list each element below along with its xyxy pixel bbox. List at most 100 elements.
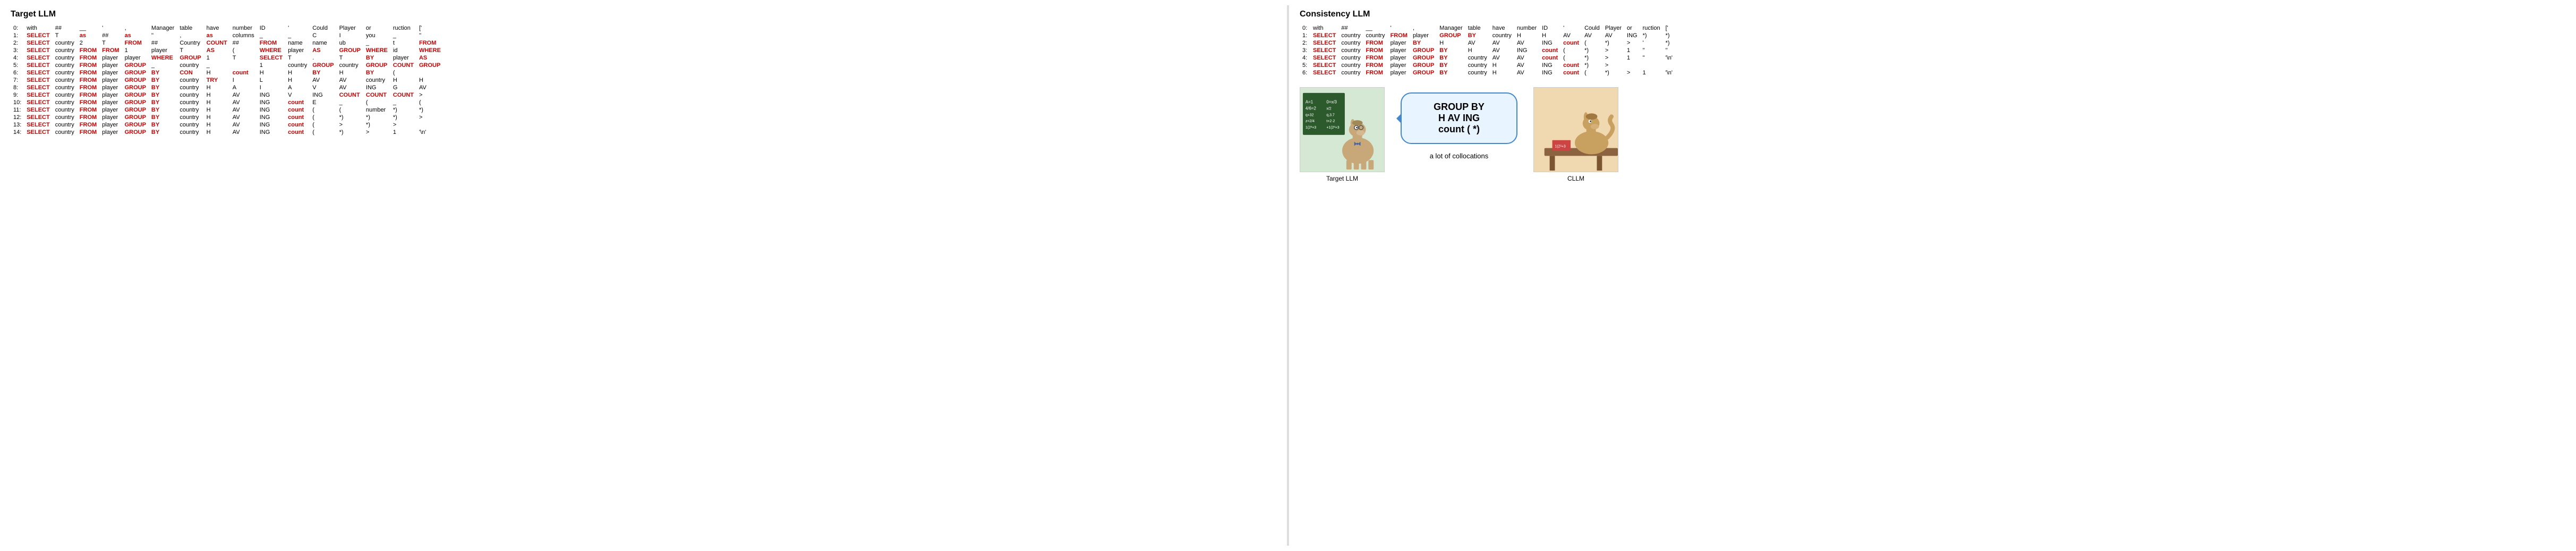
- token-cell: country: [53, 77, 77, 84]
- token-cell: country: [53, 69, 77, 77]
- token-cell: player: [99, 91, 122, 99]
- token-cell: BY: [149, 84, 177, 91]
- token-cell: FROM: [1363, 47, 1387, 54]
- token-cell: [1624, 62, 1640, 69]
- token-cell: ub: [337, 39, 363, 47]
- svg-text:+1(2²+3: +1(2²+3: [1326, 126, 1339, 130]
- token-cell: COUNT: [204, 39, 230, 47]
- token-cell: (: [390, 69, 416, 77]
- token-cell: '': [1640, 47, 1663, 54]
- token-cell: SELECT: [24, 54, 52, 62]
- token-cell: ##: [99, 32, 122, 39]
- token-cell: FROM: [77, 91, 99, 99]
- token-cell: ING: [257, 99, 285, 106]
- token-cell: country: [177, 77, 203, 84]
- token-cell: SELECT: [1310, 69, 1338, 77]
- token-cell: T: [337, 54, 363, 62]
- token-cell: BY: [1437, 54, 1465, 62]
- token-cell: country: [177, 99, 203, 106]
- token-cell: count: [285, 114, 310, 121]
- token-cell: country: [53, 39, 77, 47]
- token-cell: SELECT: [24, 32, 52, 39]
- token-cell: table: [177, 24, 203, 32]
- token-cell: AV: [1514, 69, 1539, 77]
- token-cell: (: [310, 129, 336, 136]
- token-cell: _: [149, 62, 177, 69]
- token-cell: player: [1410, 32, 1437, 39]
- token-cell: AV: [230, 121, 257, 129]
- token-cell: [416, 121, 443, 129]
- token-cell: H: [204, 84, 230, 91]
- token-cell: H: [285, 77, 310, 84]
- token-cell: BY: [149, 69, 177, 77]
- token-cell: player: [285, 47, 310, 54]
- token-cell: SELECT: [24, 91, 52, 99]
- token-cell: FROM: [99, 47, 122, 54]
- token-cell: GROUP: [416, 62, 443, 69]
- token-cell: >: [1624, 69, 1640, 77]
- token-cell: t: [390, 39, 416, 47]
- token-cell: country: [1490, 32, 1514, 39]
- token-cell: FROM: [122, 39, 149, 47]
- token-cell: AV: [230, 129, 257, 136]
- token-cell: Manager: [1437, 24, 1465, 32]
- token-cell: BY: [149, 91, 177, 99]
- token-cell: ,: [1410, 24, 1437, 32]
- token-cell: FROM: [77, 47, 99, 54]
- svg-text:1(2²+3: 1(2²+3: [1306, 126, 1316, 130]
- token-cell: country: [53, 54, 77, 62]
- token-cell: AV: [1582, 32, 1602, 39]
- token-cell: >: [1624, 39, 1640, 47]
- token-cell: player: [99, 69, 122, 77]
- token-cell: Manager: [149, 24, 177, 32]
- token-cell: number: [1514, 24, 1539, 32]
- token-cell: [': [416, 24, 443, 32]
- token-cell: FROM: [257, 39, 285, 47]
- token-cell: you: [363, 32, 390, 39]
- token-cell: *): [363, 121, 390, 129]
- token-cell: T: [177, 47, 203, 54]
- token-cell: country: [177, 84, 203, 91]
- token-cell: *): [363, 114, 390, 121]
- token-cell: H: [257, 69, 285, 77]
- token-cell: SELECT: [1310, 39, 1338, 47]
- token-cell: *): [337, 129, 363, 136]
- token-cell: GROUP: [1437, 32, 1465, 39]
- token-cell: GROUP: [122, 62, 149, 69]
- token-cell: I: [257, 84, 285, 91]
- token-cell: >: [416, 91, 443, 99]
- consistency-table-container: 0:with##__',ManagertablehavenumberID'Cou…: [1300, 24, 2565, 77]
- token-cell: H: [204, 106, 230, 114]
- svg-text:t+2·2: t+2·2: [1326, 120, 1335, 123]
- token-cell: _: [363, 39, 390, 47]
- target-llm-title: Target LLM: [11, 10, 1276, 19]
- token-cell: AV: [337, 84, 363, 91]
- token-cell: GROUP: [363, 62, 390, 69]
- token-cell: country: [177, 62, 203, 69]
- token-cell: *): [337, 114, 363, 121]
- token-cell: country: [1465, 62, 1490, 69]
- token-cell: count: [285, 99, 310, 106]
- token-cell: SELECT: [24, 84, 52, 91]
- row-number: 1:: [11, 32, 24, 39]
- token-cell: V: [285, 91, 310, 99]
- svg-text:x/2: x/2: [1326, 107, 1331, 111]
- row-number: 7:: [11, 77, 24, 84]
- token-cell: *): [1640, 32, 1663, 39]
- token-cell: >: [416, 114, 443, 121]
- consistency-llm-title: Consistency LLM: [1300, 10, 2565, 19]
- token-cell: GROUP: [310, 62, 336, 69]
- token-cell: G: [390, 84, 416, 91]
- token-cell: GROUP: [122, 91, 149, 99]
- token-cell: SELECT: [257, 54, 285, 62]
- token-cell: *): [390, 114, 416, 121]
- token-cell: _: [285, 32, 310, 39]
- token-cell: >: [337, 121, 363, 129]
- token-cell: .: [310, 54, 336, 62]
- token-cell: Player: [1602, 24, 1624, 32]
- token-cell: SELECT: [24, 39, 52, 47]
- row-number: 4:: [1300, 54, 1310, 62]
- token-cell: SELECT: [24, 99, 52, 106]
- row-number: 10:: [11, 99, 24, 106]
- token-cell: _: [390, 32, 416, 39]
